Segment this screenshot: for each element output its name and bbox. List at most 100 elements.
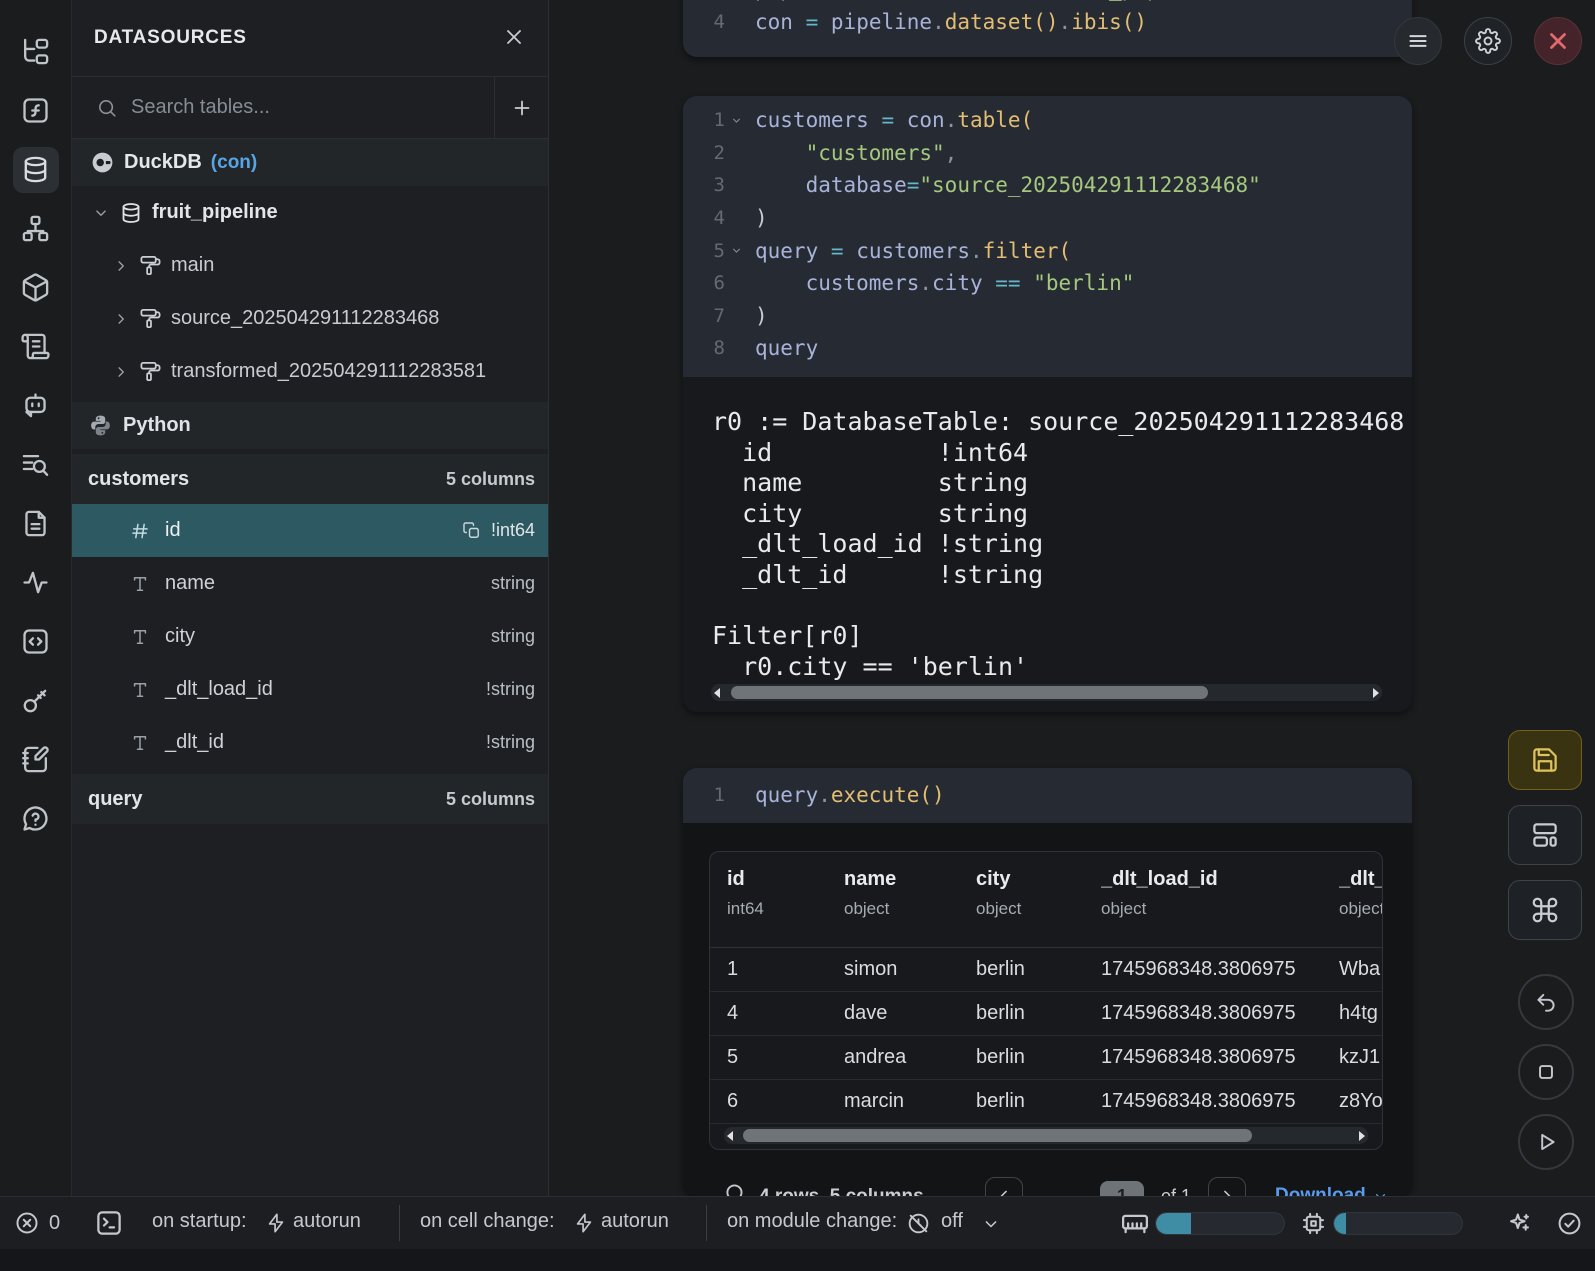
shutdown-button[interactable] [1534, 17, 1582, 65]
table-query[interactable]: query5 columns [72, 774, 548, 824]
table-search-icon[interactable] [723, 1181, 748, 1196]
app-root: DATASOURCES DuckDB (con) fruit_pipelinem… [0, 0, 1595, 1271]
table-column-header[interactable]: cityobject [976, 868, 1101, 947]
file-tree-icon [20, 36, 51, 67]
ai-assistant-button[interactable] [1506, 1210, 1533, 1237]
rail-item-package[interactable] [0, 258, 71, 317]
table-row[interactable]: 1simonberlin1745968348.3806975Wba [710, 948, 1382, 992]
tree-item-fruit_pipeline[interactable]: fruit_pipeline [72, 186, 548, 239]
code-cell-1[interactable]: 3pipeline = dlt.attach("fruit_pipeline")… [683, 0, 1412, 57]
engine-duckdb[interactable]: DuckDB (con) [72, 139, 548, 186]
tree-item-main[interactable]: main [72, 239, 548, 292]
on-startup-value[interactable]: autorun [293, 1210, 361, 1233]
rail-item-function-square[interactable] [0, 81, 71, 140]
stop-button[interactable] [1518, 1044, 1574, 1100]
chevron-down-icon[interactable] [981, 1214, 1001, 1234]
sparkles-icon [1506, 1210, 1533, 1237]
code-text[interactable]: con = pipeline.dataset().ibis() [755, 10, 1147, 34]
page-number-select[interactable]: 1 [1100, 1181, 1144, 1196]
rail-item-scroll-text[interactable] [0, 317, 71, 376]
cell-1-editor[interactable]: 3pipeline = dlt.attach("fruit_pipeline")… [683, 0, 1412, 38]
code-cell-2[interactable]: 1customers = con.table(2 "customers",3 d… [683, 96, 1412, 712]
table-column-header[interactable]: nameobject [844, 868, 976, 947]
code-text[interactable]: ) [755, 206, 768, 230]
code-text[interactable]: customers = con.table( [755, 108, 1033, 132]
scroll-left-arrow-icon[interactable] [714, 688, 720, 698]
rail-item-sitemap[interactable] [0, 199, 71, 258]
on-module-change-label: on module change: [727, 1210, 897, 1233]
scroll-left-arrow-icon[interactable] [727, 1131, 733, 1141]
table-column-header[interactable]: _dlt_load_idobject [1101, 868, 1339, 947]
close-panel-button[interactable] [500, 24, 528, 52]
column-name[interactable]: namestring [72, 557, 548, 610]
on-cell-change-value[interactable]: autorun [601, 1210, 669, 1233]
fold-toggle[interactable] [730, 244, 745, 257]
cell-2-editor[interactable]: 1customers = con.table(2 "customers",3 d… [683, 96, 1412, 377]
undo-button[interactable] [1518, 974, 1574, 1030]
on-module-change-value[interactable]: off [941, 1210, 963, 1233]
table-cell: kzJ1 [1339, 1046, 1382, 1069]
on-cell-change-label: on cell change: [420, 1210, 555, 1233]
code-text[interactable]: customers.city == "berlin" [755, 271, 1134, 295]
code-line: 1customers = con.table( [683, 104, 1412, 137]
rail-item-key[interactable] [0, 671, 71, 730]
rail-item-file-tree[interactable] [0, 22, 71, 81]
table-horizontal-scrollbar[interactable] [724, 1127, 1368, 1144]
save-button[interactable] [1508, 730, 1582, 790]
code-cell-3[interactable]: 1query.execute() idint64nameobjectcityob… [683, 768, 1412, 1196]
search-input[interactable] [131, 96, 494, 119]
rail-item-database[interactable] [0, 140, 71, 199]
add-datasource-button[interactable] [494, 77, 548, 139]
code-text[interactable]: pipeline = dlt.attach("fruit_pipeline") [755, 0, 1248, 1]
code-text[interactable]: query = customers.filter( [755, 239, 1071, 263]
tree-item-transformed_202504291112283581[interactable]: transformed_202504291112283581 [72, 345, 548, 398]
cell-menu-button[interactable] [1394, 17, 1442, 65]
rail-item-notebook-pen[interactable] [0, 730, 71, 789]
line-number: 5 [683, 240, 725, 262]
download-link[interactable]: Download [1275, 1185, 1389, 1196]
column-_dlt_id[interactable]: _dlt_id!string [72, 716, 548, 769]
errors-indicator[interactable]: 0 [14, 1210, 60, 1236]
prev-page-button[interactable] [985, 1177, 1023, 1196]
code-line: 8query [683, 332, 1412, 365]
code-text[interactable]: "customers", [755, 141, 957, 165]
table-column-header[interactable]: idint64 [727, 868, 844, 947]
rail-item-file-text[interactable] [0, 494, 71, 553]
rail-item-help-circle[interactable] [0, 789, 71, 848]
next-page-button[interactable] [1208, 1177, 1246, 1196]
rail-item-list-search[interactable] [0, 435, 71, 494]
rail-item-code-square[interactable] [0, 612, 71, 671]
code-text[interactable]: query [755, 336, 818, 360]
column-id[interactable]: id!int64 [72, 504, 548, 557]
output-horizontal-scrollbar[interactable] [711, 684, 1382, 701]
table-cell: 1745968348.3806975 [1101, 958, 1339, 981]
settings-button[interactable] [1464, 17, 1512, 65]
scrollbar-thumb[interactable] [731, 686, 1207, 699]
scroll-right-arrow-icon[interactable] [1359, 1131, 1365, 1141]
table-row[interactable]: 5andreaberlin1745968348.3806975kzJ1 [710, 1036, 1382, 1080]
rail-item-bot-message[interactable] [0, 376, 71, 435]
table-column-header[interactable]: _dlt_idobject [1339, 868, 1382, 947]
keyboard-shortcuts-button[interactable] [1508, 880, 1582, 940]
cell-3-editor[interactable]: 1query.execute() [683, 768, 1412, 823]
tree-item-source_202504291112283468[interactable]: source_202504291112283468 [72, 292, 548, 345]
section-python[interactable]: Python [72, 402, 548, 449]
terminal-button[interactable] [94, 1208, 124, 1238]
code-text[interactable]: database="source_202504291112283468" [755, 173, 1261, 197]
column-meta: !int64 [462, 520, 535, 541]
rail-item-activity[interactable] [0, 553, 71, 612]
code-text[interactable]: ) [755, 304, 768, 328]
code-text[interactable]: query.execute() [755, 783, 945, 807]
layout-toggle-button[interactable] [1508, 805, 1582, 865]
table-customers[interactable]: customers5 columns [72, 454, 548, 504]
table-row[interactable]: 4daveberlin1745968348.3806975h4tg [710, 992, 1382, 1036]
connection-status-button[interactable] [1556, 1210, 1583, 1237]
run-button[interactable] [1518, 1114, 1574, 1170]
fold-toggle[interactable] [730, 114, 745, 127]
column-_dlt_load_id[interactable]: _dlt_load_id!string [72, 663, 548, 716]
column-city[interactable]: citystring [72, 610, 548, 663]
circle-x-icon [14, 1210, 40, 1236]
scrollbar-thumb[interactable] [743, 1129, 1252, 1142]
scroll-right-arrow-icon[interactable] [1373, 688, 1379, 698]
table-row[interactable]: 6marcinberlin1745968348.3806975z8Yo [710, 1080, 1382, 1124]
